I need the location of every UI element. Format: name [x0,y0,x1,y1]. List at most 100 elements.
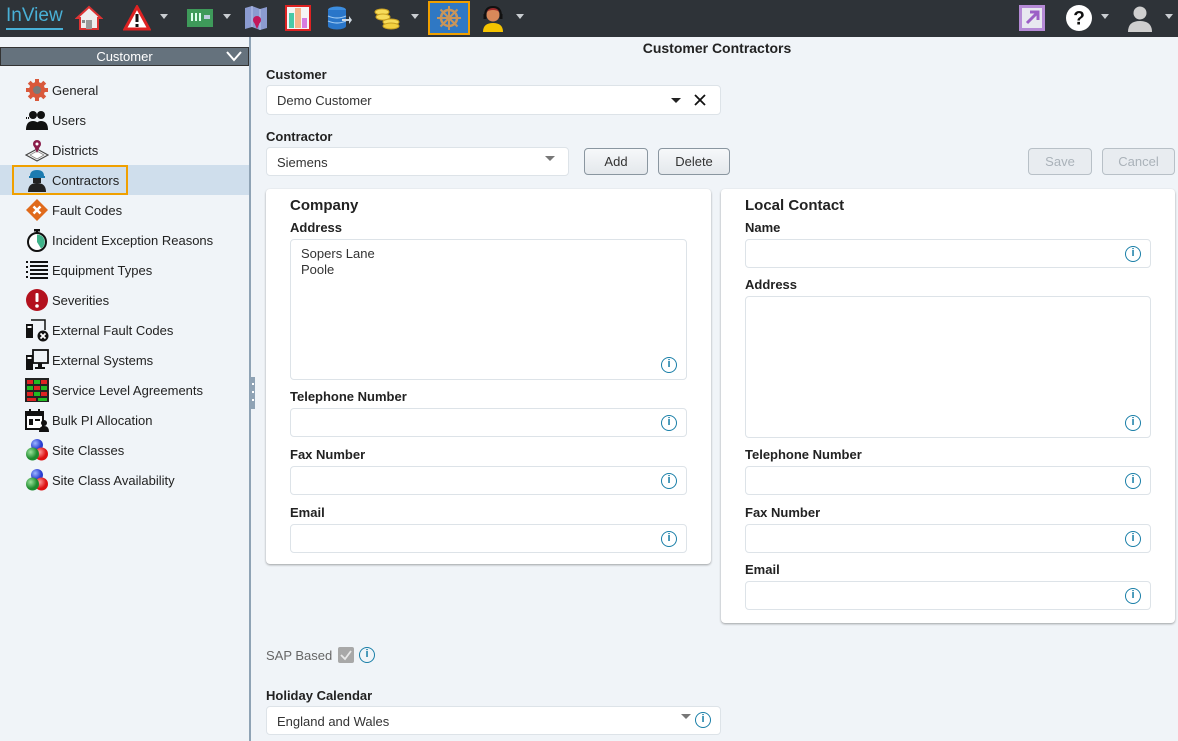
save-button[interactable]: Save [1028,148,1092,175]
sidebar-section-header[interactable]: Customer [0,47,249,66]
district-pin-icon [25,138,49,162]
customer-dropdown-arrow-icon[interactable] [671,98,681,103]
hardware-dropdown-caret[interactable] [223,14,231,19]
customer-select[interactable]: Demo Customer [266,85,721,115]
contractor-label: Contractor [266,129,333,144]
company-address-line: Poole [301,262,335,277]
company-fax-label: Fax Number [290,447,366,462]
sidebar-item-service-level-agreements[interactable]: Service Level Agreements [0,375,249,405]
selection-highlight [12,165,128,195]
sidebar-item-label: Service Level Agreements [52,382,204,398]
sidebar-item-general[interactable]: General [0,75,249,105]
holiday-calendar-value: England and Wales [277,714,390,729]
sidebar-list: General Users Districts Contractors Faul… [0,75,249,495]
sidebar-item-site-class-availability[interactable]: Site Class Availability [0,465,249,495]
sidebar-item-users[interactable]: Users [0,105,249,135]
coins-icon[interactable] [372,3,402,33]
contact-address-textarea[interactable]: i [745,296,1151,438]
help-dropdown-caret[interactable] [1101,14,1109,19]
info-icon[interactable]: i [661,531,677,547]
sidebar-item-equipment-types[interactable]: Equipment Types [0,255,249,285]
company-heading: Company [290,197,359,214]
sidebar-item-incident-exception-reasons[interactable]: Incident Exception Reasons [0,225,249,255]
sidebar-item-external-fault-codes[interactable]: External Fault Codes [0,315,249,345]
info-icon[interactable]: i [359,647,375,663]
contact-name-input[interactable]: i [745,239,1151,268]
info-icon[interactable]: i [1125,246,1141,262]
operator-headset-icon[interactable] [478,3,508,33]
main-content: Customer Contractors Customer Demo Custo… [256,37,1178,741]
contact-address-label: Address [745,277,798,292]
info-icon[interactable]: i [1125,588,1141,604]
holiday-calendar-dropdown-arrow-icon[interactable] [681,714,691,719]
home-icon[interactable] [74,3,104,33]
info-icon[interactable]: i [695,712,711,728]
user-dropdown-caret[interactable] [1165,14,1173,19]
reports-chart-icon[interactable] [283,3,313,33]
external-fault-codes-icon [25,318,49,342]
alarm-warning-icon[interactable] [122,3,152,33]
popout-icon[interactable] [1017,3,1047,33]
splitter-handle[interactable] [250,377,255,409]
sidebar-item-label: External Fault Codes [52,322,174,338]
contractor-value: Siemens [277,155,328,170]
info-icon[interactable]: i [661,415,677,431]
company-email-input[interactable]: i [290,524,687,553]
company-telephone-input[interactable]: i [290,408,687,437]
page-title: Customer Contractors [642,40,792,56]
coins-dropdown-caret[interactable] [411,14,419,19]
sap-based-label: SAP Based [266,648,333,663]
sidebar-item-contractors[interactable]: Contractors [0,165,249,195]
cancel-button[interactable]: Cancel [1102,148,1175,175]
clear-customer-icon[interactable] [693,93,707,107]
sidebar-item-external-systems[interactable]: External Systems [0,345,249,375]
contact-telephone-label: Telephone Number [745,447,862,462]
info-icon[interactable]: i [661,357,677,373]
company-fax-input[interactable]: i [290,466,687,495]
map-icon[interactable] [241,3,271,33]
sidebar-item-label: Site Classes [52,442,125,458]
sap-based-checkbox[interactable] [338,647,354,663]
brand-link[interactable]: InView [6,5,63,30]
sidebar-item-fault-codes[interactable]: Fault Codes [0,195,249,225]
sidebar-item-severities[interactable]: Severities [0,285,249,315]
sidebar-item-districts[interactable]: Districts [0,135,249,165]
bulk-allocation-icon [25,408,49,432]
info-icon[interactable]: i [1125,531,1141,547]
info-icon[interactable]: i [1125,473,1141,489]
sidebar-item-label: Incident Exception Reasons [52,232,214,248]
info-icon[interactable]: i [1125,415,1141,431]
company-address-textarea[interactable]: Sopers Lane Poole i [290,239,687,380]
delete-button[interactable]: Delete [658,148,730,175]
sidebar-item-label: External Systems [52,352,154,368]
company-email-label: Email [290,505,325,520]
users-icon [25,108,49,132]
alarm-dropdown-caret[interactable] [160,14,168,19]
contact-email-input[interactable]: i [745,581,1151,610]
contact-telephone-input[interactable]: i [745,466,1151,495]
svg-text:?: ? [1073,9,1085,30]
hardware-board-icon[interactable] [185,3,215,33]
contractor-dropdown-arrow-icon[interactable] [545,156,555,161]
sidebar-item-site-classes[interactable]: Site Classes [0,435,249,465]
sidebar-item-bulk-pi-allocation[interactable]: Bulk PI Allocation [0,405,249,435]
contractor-select[interactable]: Siemens [266,147,569,176]
operator-dropdown-caret[interactable] [516,14,524,19]
user-icon[interactable] [1125,3,1155,33]
holiday-calendar-select[interactable]: England and Wales i [266,706,721,735]
contact-fax-input[interactable]: i [745,524,1151,553]
company-address-label: Address [290,220,343,235]
sla-grid-icon [25,378,49,402]
help-icon[interactable]: ? [1064,3,1094,33]
gear-icon [25,78,49,102]
info-icon[interactable]: i [661,473,677,489]
chevron-down-icon[interactable] [226,49,242,63]
ship-wheel-icon[interactable] [428,1,470,35]
local-contact-heading: Local Contact [745,197,845,214]
add-button[interactable]: Add [584,148,648,175]
company-address-line: Sopers Lane [301,246,375,261]
sidebar-item-label: Fault Codes [52,202,123,218]
sidebar: Customer General Users Districts Contrac… [0,37,251,741]
site-class-availability-icon [25,468,49,492]
database-export-icon[interactable] [324,3,354,33]
